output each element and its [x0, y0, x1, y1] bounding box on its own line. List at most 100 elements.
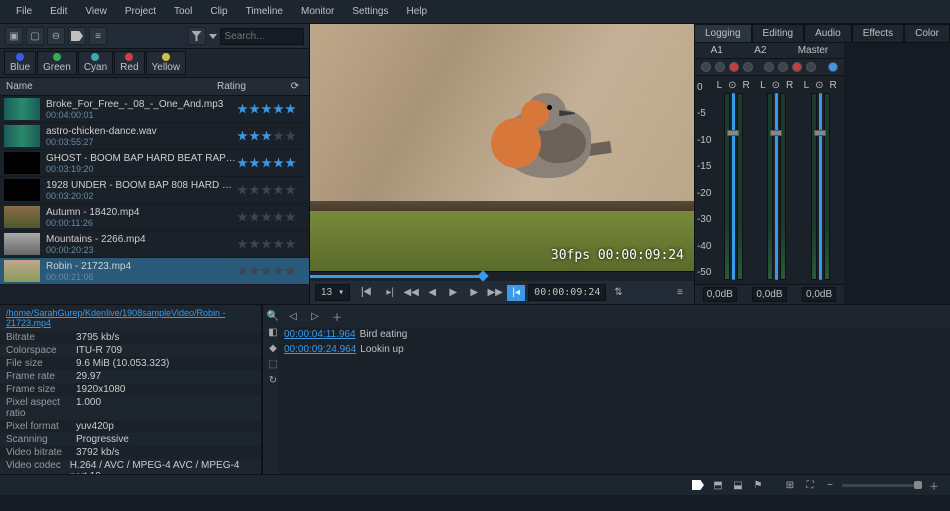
search-input[interactable]: [220, 28, 305, 45]
sb-grid-icon[interactable]: ⊞: [782, 478, 798, 492]
clip-item[interactable]: Robin - 21723.mp400:00:21:06: [0, 258, 309, 285]
header-refresh[interactable]: ⟳: [287, 81, 303, 92]
header-rating[interactable]: Rating: [217, 81, 287, 92]
filter-button[interactable]: [188, 27, 206, 45]
menu-help[interactable]: Help: [399, 3, 436, 20]
menu-monitor[interactable]: Monitor: [293, 3, 342, 20]
sb-fit-icon[interactable]: ⛶: [802, 478, 818, 492]
clip-item[interactable]: Broke_For_Free_-_08_-_One_And.mp300:04:0…: [0, 96, 309, 123]
menu-file[interactable]: File: [8, 3, 40, 20]
tab-audio[interactable]: Audio: [804, 24, 852, 43]
note-line[interactable]: 00:00:09:24.964Lookin up: [278, 342, 950, 357]
star-icon[interactable]: [249, 104, 260, 115]
db-value[interactable]: 0,0dB: [703, 287, 737, 302]
header-name[interactable]: Name: [6, 81, 217, 92]
zoom-in-button[interactable]: ＋: [926, 478, 942, 492]
menu-clip[interactable]: Clip: [202, 3, 235, 20]
sb-tag-icon[interactable]: [690, 478, 706, 492]
note-timecode[interactable]: 00:00:04:11.964: [284, 329, 356, 340]
add-folder-button[interactable]: ▢: [26, 27, 44, 45]
set-out-button[interactable]: |◂: [507, 285, 525, 301]
timecode-step-button[interactable]: ⇅: [609, 285, 627, 301]
tab-logging[interactable]: Logging: [694, 24, 752, 43]
solo-knob[interactable]: [778, 62, 788, 72]
mute-knob[interactable]: [701, 62, 711, 72]
tag-button[interactable]: [68, 27, 86, 45]
star-icon[interactable]: [285, 185, 296, 196]
prev-note-button[interactable]: ◁: [284, 308, 302, 324]
star-icon[interactable]: [285, 212, 296, 223]
star-icon[interactable]: [249, 131, 260, 142]
star-icon[interactable]: [261, 104, 272, 115]
clip-start-button[interactable]: ⎹◀: [353, 285, 371, 301]
db-value[interactable]: 0,0dB: [752, 287, 786, 302]
star-icon[interactable]: [237, 185, 248, 196]
star-icon[interactable]: [273, 131, 284, 142]
star-icon[interactable]: [261, 158, 272, 169]
clip-item[interactable]: Autumn - 18420.mp400:00:11:26: [0, 204, 309, 231]
sb-insert-icon[interactable]: ⬒: [710, 478, 726, 492]
star-icon[interactable]: [237, 158, 248, 169]
star-icon[interactable]: [237, 266, 248, 277]
star-icon[interactable]: [261, 185, 272, 196]
menu-button[interactable]: ≡: [89, 27, 107, 45]
star-icon[interactable]: [285, 266, 296, 277]
star-icon[interactable]: [261, 266, 272, 277]
menu-project[interactable]: Project: [117, 3, 164, 20]
menu-view[interactable]: View: [77, 3, 115, 20]
fader-a2[interactable]: [775, 93, 778, 280]
sb-overwrite-icon[interactable]: ⬓: [730, 478, 746, 492]
star-icon[interactable]: [273, 158, 284, 169]
star-icon[interactable]: [273, 239, 284, 250]
zoom-slider[interactable]: [842, 484, 922, 487]
solo-knob[interactable]: [715, 62, 725, 72]
color-tag-yellow[interactable]: Yellow: [146, 51, 187, 75]
star-icon[interactable]: [273, 266, 284, 277]
note-timecode[interactable]: 00:00:09:24.964: [284, 344, 356, 355]
options-button[interactable]: ≡: [671, 285, 689, 301]
transport-timecode[interactable]: 00:00:09:24: [528, 284, 606, 301]
mute-knob[interactable]: [764, 62, 774, 72]
speed-indicator[interactable]: 13 ▾: [315, 284, 350, 301]
delete-clip-button[interactable]: ⊖: [47, 27, 65, 45]
tab-editing[interactable]: Editing: [752, 24, 805, 43]
star-icon[interactable]: [261, 239, 272, 250]
color-tag-blue[interactable]: Blue: [4, 51, 36, 75]
star-icon[interactable]: [285, 131, 296, 142]
clip-item[interactable]: GHOST - BOOM BAP HARD BEAT RAP HIP HOP I…: [0, 150, 309, 177]
clip-item[interactable]: 1928 UNDER - BOOM BAP 808 HARD RAP BEAT …: [0, 177, 309, 204]
play-button[interactable]: ▶: [444, 285, 462, 301]
rec-knob[interactable]: [729, 62, 739, 72]
add-note-button[interactable]: ＋: [328, 308, 346, 324]
star-icon[interactable]: [249, 266, 260, 277]
tab-color[interactable]: Color: [904, 24, 950, 43]
next-frame-button[interactable]: ▶: [465, 285, 483, 301]
star-icon[interactable]: [237, 104, 248, 115]
fader-master[interactable]: [819, 93, 822, 280]
mon-knob[interactable]: [743, 62, 753, 72]
menu-edit[interactable]: Edit: [42, 3, 75, 20]
tab-effects[interactable]: Effects: [852, 24, 904, 43]
star-icon[interactable]: [261, 212, 272, 223]
add-clip-button[interactable]: ▣: [5, 27, 23, 45]
scrub-bar[interactable]: [310, 271, 694, 281]
star-icon[interactable]: [237, 212, 248, 223]
star-icon[interactable]: [273, 212, 284, 223]
color-tag-cyan[interactable]: Cyan: [78, 51, 113, 75]
star-icon[interactable]: [249, 158, 260, 169]
menu-tool[interactable]: Tool: [166, 3, 200, 20]
zoom-out-button[interactable]: −: [822, 478, 838, 492]
star-icon[interactable]: [249, 212, 260, 223]
set-in-button[interactable]: ▸|: [381, 285, 399, 301]
fast-forward-button[interactable]: ▶▶: [486, 285, 504, 301]
master-mute-knob[interactable]: [828, 62, 838, 72]
clip-item[interactable]: Mountains - 2266.mp400:00:20:23: [0, 231, 309, 258]
menu-settings[interactable]: Settings: [344, 3, 396, 20]
star-icon[interactable]: [261, 131, 272, 142]
star-icon[interactable]: [285, 104, 296, 115]
rewind-button[interactable]: ◀◀: [402, 285, 420, 301]
note-line[interactable]: 00:00:04:11.964Bird eating: [278, 327, 950, 342]
star-icon[interactable]: [285, 239, 296, 250]
video-viewport[interactable]: 30fps 00:00:09:24: [310, 24, 694, 271]
filter-dropdown-icon[interactable]: [209, 34, 217, 39]
